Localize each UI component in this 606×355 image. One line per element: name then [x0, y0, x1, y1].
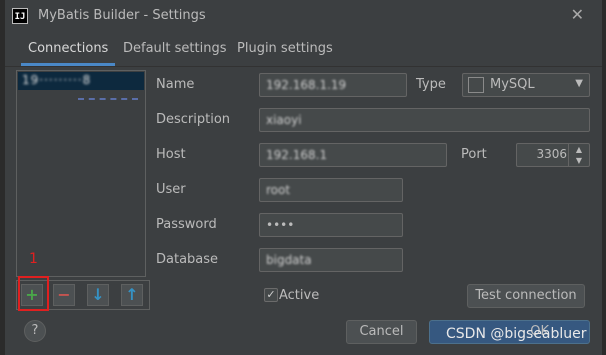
list-toolbar: + − ↓ ↑ [16, 280, 150, 310]
tab-plugin-settings[interactable]: Plugin settings [237, 41, 333, 56]
database-field[interactable]: bigdata [259, 248, 403, 272]
user-label: User [156, 182, 186, 197]
active-label: Active [279, 288, 320, 303]
spin-down-icon[interactable]: ▼ [569, 155, 589, 166]
close-icon[interactable]: ✕ [571, 5, 584, 24]
type-label: Type [416, 77, 446, 92]
name-field[interactable]: 192.168.1.19 [259, 73, 407, 97]
tab-default-settings[interactable]: Default settings [123, 41, 226, 56]
window-title: MyBatis Builder - Settings [38, 8, 206, 23]
annotation-number: 1 [29, 251, 38, 267]
title-bar[interactable]: IJ MyBatis Builder - Settings ✕ [5, 0, 602, 33]
database-icon [468, 77, 484, 93]
spin-up-icon[interactable]: ▲ [569, 144, 589, 155]
add-connection-button[interactable]: + [21, 284, 43, 306]
name-value: 192.168.1.19 [266, 78, 347, 92]
watermark: CSDN @bigseabluer [446, 326, 587, 342]
tab-divider [5, 66, 602, 67]
type-select[interactable]: MySQL ▼ [462, 73, 590, 97]
help-button[interactable]: ? [24, 320, 46, 342]
connections-list[interactable]: 19·········8 [16, 70, 146, 277]
background-edge-right [602, 0, 606, 355]
database-value: bigdata [266, 253, 312, 267]
description-field[interactable]: xiaoyi [259, 108, 590, 132]
test-connection-button[interactable]: Test connection [467, 284, 585, 308]
settings-dialog: IJ MyBatis Builder - Settings ✕ Connecti… [5, 0, 602, 355]
port-spinner[interactable]: 3306 ▲ ▼ [516, 143, 590, 167]
cancel-button[interactable]: Cancel [346, 320, 417, 344]
chevron-down-icon: ▼ [575, 78, 583, 89]
type-value: MySQL [490, 77, 535, 92]
active-checkbox[interactable]: ✓ [264, 288, 278, 302]
host-field[interactable]: 192.168.1 [259, 143, 447, 167]
description-value: xiaoyi [266, 113, 302, 127]
password-value: •••• [266, 218, 295, 232]
move-up-button[interactable]: ↑ [121, 284, 143, 306]
port-stepper[interactable]: ▲ ▼ [568, 144, 589, 166]
user-value: root [266, 183, 291, 197]
port-value: 3306 [536, 147, 567, 161]
list-item-detail [78, 98, 138, 102]
password-field[interactable]: •••• [259, 213, 403, 237]
remove-connection-button[interactable]: − [53, 284, 75, 306]
user-field[interactable]: root [259, 178, 403, 202]
intellij-icon: IJ [12, 8, 28, 24]
port-label: Port [461, 147, 487, 162]
tab-connections[interactable]: Connections [28, 41, 108, 56]
host-value: 192.168.1 [266, 148, 328, 162]
database-label: Database [156, 252, 219, 267]
host-label: Host [156, 147, 186, 162]
name-label: Name [156, 77, 195, 92]
password-label: Password [156, 217, 217, 232]
list-item-label: 19·········8 [22, 73, 92, 87]
description-label: Description [156, 112, 231, 127]
move-down-button[interactable]: ↓ [87, 284, 109, 306]
list-item[interactable]: 19·········8 [18, 72, 144, 100]
